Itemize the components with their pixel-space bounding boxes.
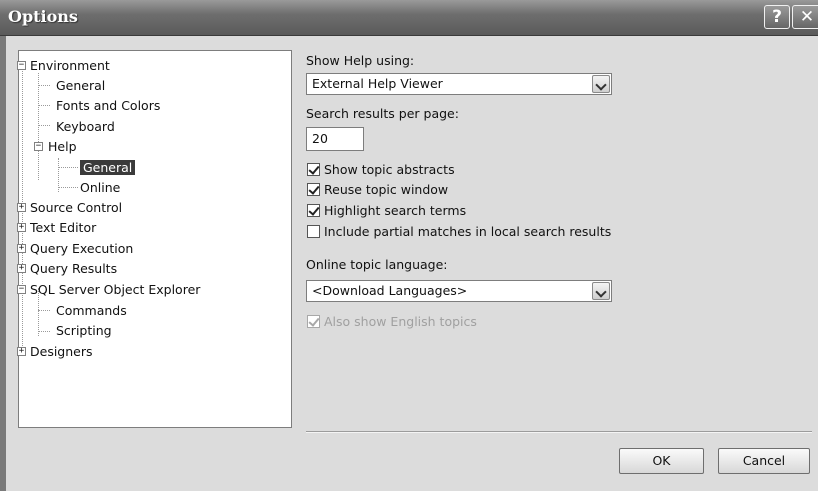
tree-item-help-general[interactable]: General <box>80 158 136 177</box>
tree-line <box>58 187 78 188</box>
ok-button[interactable]: OK <box>619 448 704 474</box>
results-per-page-label: Search results per page: <box>306 106 459 121</box>
tree-item-label: General <box>80 160 136 175</box>
tree-line <box>38 125 50 126</box>
tree-item-label: Help <box>48 139 77 154</box>
show-help-select[interactable]: External Help Viewer <box>306 73 612 95</box>
tree-line <box>38 73 39 180</box>
checkbox-checked-icon[interactable] <box>307 204 320 217</box>
footer-separator <box>306 431 812 433</box>
include-partial-matches-checkbox[interactable]: Include partial matches in local search … <box>307 223 611 241</box>
tree-line <box>38 105 50 106</box>
highlight-search-terms-checkbox[interactable]: Highlight search terms <box>307 202 466 220</box>
show-help-label: Show Help using: <box>306 53 415 68</box>
tree-item-environment-general[interactable]: General <box>56 76 105 95</box>
reuse-topic-window-checkbox[interactable]: Reuse topic window <box>307 181 448 199</box>
tree-item-label: Commands <box>56 303 127 318</box>
results-per-page-value: 20 <box>312 131 328 146</box>
close-icon: ✕ <box>799 7 815 27</box>
tree-item-label: General <box>56 78 106 93</box>
results-per-page-input[interactable]: 20 <box>306 127 364 151</box>
tree-item-commands[interactable]: Commands <box>56 301 127 320</box>
window-frame <box>0 36 6 491</box>
also-show-english-topics-checkbox: Also show English topics <box>307 313 477 331</box>
online-language-value: <Download Languages> <box>312 283 468 298</box>
checkbox-checked-icon[interactable] <box>307 163 320 176</box>
collapse-icon[interactable]: − <box>17 285 26 294</box>
collapse-icon[interactable]: − <box>34 142 43 151</box>
online-language-select[interactable]: <Download Languages> <box>306 280 612 302</box>
tree-item-label: Designers <box>30 344 93 359</box>
close-button[interactable]: ✕ <box>792 5 818 29</box>
expand-icon[interactable]: + <box>17 264 26 273</box>
checkbox-unchecked-icon[interactable] <box>307 225 320 238</box>
window-title: Options <box>8 7 78 26</box>
tree-item-online[interactable]: Online <box>80 178 120 197</box>
tree-item-label: Query Results <box>30 261 118 276</box>
expand-icon[interactable]: + <box>17 244 26 253</box>
expand-icon[interactable]: + <box>17 203 26 212</box>
expand-icon[interactable]: + <box>17 347 26 356</box>
checkbox-label: Also show English topics <box>324 314 477 329</box>
checkbox-checked-icon <box>307 315 320 328</box>
collapse-icon[interactable]: − <box>17 61 26 70</box>
help-button[interactable]: ? <box>764 5 790 29</box>
tree-item-label: Online <box>80 180 121 195</box>
options-tree[interactable]: − Environment General Fonts and Colors K… <box>17 50 292 428</box>
tree-item-label: Keyboard <box>56 119 115 134</box>
checkbox-label: Highlight search terms <box>324 203 467 218</box>
show-help-value: External Help Viewer <box>312 76 443 91</box>
tree-item-label: Query Execution <box>30 241 134 256</box>
checkbox-label: Reuse topic window <box>324 182 449 197</box>
tree-item-scripting[interactable]: Scripting <box>56 321 112 340</box>
tree-item-label: Text Editor <box>30 220 97 235</box>
tree-line <box>38 331 50 332</box>
online-language-label: Online topic language: <box>306 257 448 272</box>
checkbox-label: Include partial matches in local search … <box>324 224 612 239</box>
checkbox-label: Show topic abstracts <box>324 162 455 177</box>
show-topic-abstracts-checkbox[interactable]: Show topic abstracts <box>307 161 455 179</box>
chevron-down-icon[interactable] <box>592 282 610 300</box>
tree-item-label: Environment <box>30 58 110 73</box>
cancel-button[interactable]: Cancel <box>718 448 810 474</box>
tree-line <box>58 167 78 168</box>
expand-icon[interactable]: + <box>17 223 26 232</box>
options-dialog: Options ? ✕ − Environment General Fonts … <box>0 0 818 491</box>
tree-item-keyboard[interactable]: Keyboard <box>56 117 115 136</box>
tree-line <box>38 310 50 311</box>
checkbox-checked-icon[interactable] <box>307 183 320 196</box>
tree-item-label: SQL Server Object Explorer <box>30 282 201 297</box>
title-bar[interactable]: Options ? ✕ <box>0 0 818 36</box>
tree-line <box>38 85 50 86</box>
question-mark-icon: ? <box>772 7 782 27</box>
tree-item-label: Fonts and Colors <box>56 98 161 113</box>
tree-item-label: Source Control <box>30 200 123 215</box>
tree-item-fonts-and-colors[interactable]: Fonts and Colors <box>56 96 160 115</box>
tree-item-label: Scripting <box>56 323 112 338</box>
chevron-down-icon[interactable] <box>592 75 610 93</box>
